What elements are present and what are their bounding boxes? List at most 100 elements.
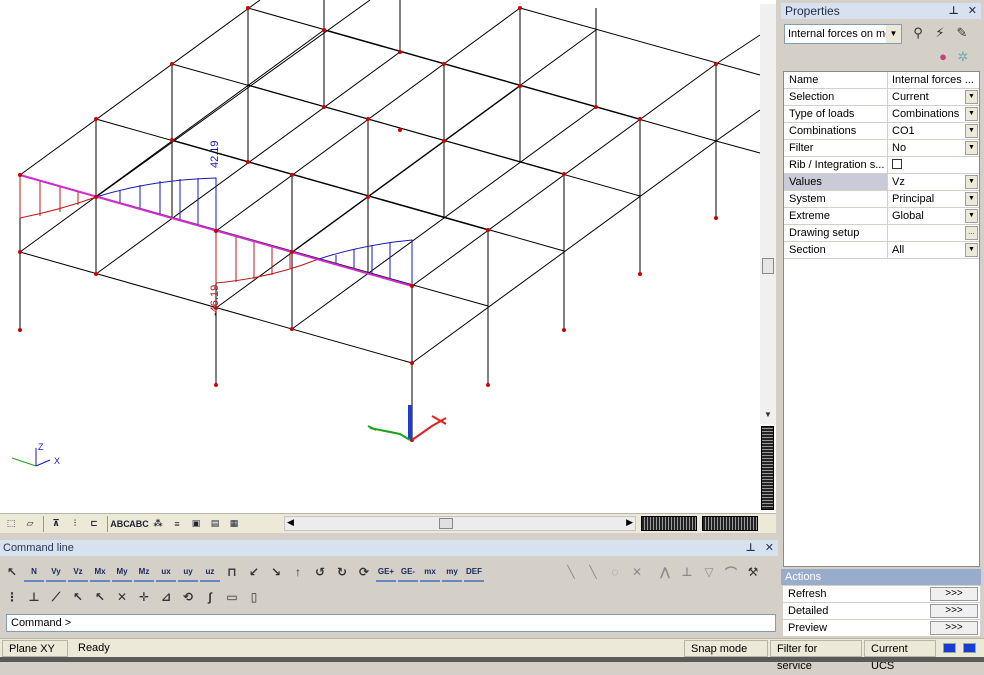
label-abc-icon[interactable]: ABC (110, 515, 130, 532)
scroll-down-icon[interactable]: ▼ (764, 410, 772, 419)
refresh-button[interactable]: >>> (930, 587, 978, 601)
snap-settings-icon[interactable]: ⚒ (743, 562, 763, 582)
close-icon[interactable]: ✕ (968, 5, 977, 17)
preview-button[interactable]: >>> (930, 621, 978, 635)
status-indicator-icon[interactable] (943, 643, 956, 653)
chevron-down-icon[interactable]: ▼ (965, 90, 978, 104)
select-filter-icon[interactable]: ⚲ (907, 25, 929, 43)
prop-row-type-of-loads[interactable]: Type of loads Combinations ▼ (784, 106, 979, 123)
rotate-ccw-icon[interactable]: ↺ (310, 562, 330, 582)
chevron-down-icon[interactable]: ▼ (965, 141, 978, 155)
grid-icon[interactable]: ▦ (225, 515, 243, 532)
close-icon[interactable]: ✕ (765, 542, 774, 554)
ellipsis-icon[interactable]: … (965, 226, 978, 240)
scroll-thumb[interactable] (762, 258, 774, 274)
rotate-icon[interactable]: ↙ (244, 562, 264, 582)
horizontal-splitter-grip-2[interactable] (702, 516, 758, 531)
prop-row-values[interactable]: Values Vz ▼ (784, 174, 979, 191)
table-icon[interactable]: ≡ (168, 515, 186, 532)
deformation-icon[interactable]: ⊓ (222, 562, 242, 582)
paint-icon[interactable]: ✲ (953, 49, 973, 67)
prop-row-name[interactable]: Name Internal forces ... (784, 72, 979, 89)
filter-icon[interactable]: ⚡ (929, 25, 951, 43)
prop-row-system[interactable]: System Principal ▼ (784, 191, 979, 208)
prop-row-drawing-setup[interactable]: Drawing setup … (784, 225, 979, 242)
status-indicator-2-icon[interactable] (963, 643, 976, 653)
prop-row-section[interactable]: Section All ▼ (784, 242, 979, 259)
snap-cross-icon[interactable]: ✕ (627, 562, 647, 582)
snap-angle-icon[interactable]: ⋀ (655, 562, 675, 582)
displacement-uz-button[interactable]: uz (200, 562, 220, 582)
chevron-down-icon[interactable]: ▼ (965, 107, 978, 121)
prop-row-selection[interactable]: Selection Current ▼ (784, 89, 979, 106)
moment-my-button[interactable]: My (112, 562, 132, 582)
select-stack-icon[interactable]: ▯ (244, 587, 264, 607)
arrow-icon[interactable]: ↘ (266, 562, 286, 582)
label-abc-alt-icon[interactable]: ABC (129, 515, 149, 532)
scroll-right-icon[interactable]: ▶ (626, 517, 633, 528)
select-dim-icon[interactable]: ⊿ (156, 587, 176, 607)
force-vz-button[interactable]: Vz (68, 562, 88, 582)
command-input[interactable]: Command > (6, 614, 776, 632)
my-button[interactable]: my (442, 562, 462, 582)
color-palette-icon[interactable]: ● (933, 49, 953, 67)
chevron-down-icon[interactable]: ▼ (965, 243, 978, 257)
moment-mz-button[interactable]: Mz (134, 562, 154, 582)
section-icon[interactable]: ⊏ (85, 515, 103, 532)
render-icon[interactable]: ▱ (21, 515, 39, 532)
select-rotate-icon[interactable]: ⟲ (178, 587, 198, 607)
snap-mid-icon[interactable]: ╲ (583, 562, 603, 582)
prop-row-combinations[interactable]: Combinations CO1 ▼ (784, 123, 979, 140)
snap-tangent-icon[interactable]: ⌒ (721, 562, 741, 582)
select-cross-icon[interactable]: ✕ (112, 587, 132, 607)
select-line-icon[interactable]: ⟋ (46, 587, 66, 607)
force-vy-button[interactable]: Vy (46, 562, 66, 582)
force-n-button[interactable]: N (24, 562, 44, 582)
vertical-splitter-grip[interactable] (761, 426, 774, 510)
displacement-ux-button[interactable]: ux (156, 562, 176, 582)
pencil-icon[interactable]: ✎ (951, 25, 973, 43)
mx-button[interactable]: mx (420, 562, 440, 582)
viewport-horizontal-scrollbar[interactable]: ◀ ▶ (284, 516, 636, 531)
select-arrow-icon[interactable]: ↖ (68, 587, 88, 607)
up-arrow-icon[interactable]: ↑ (288, 562, 308, 582)
ge-minus-button[interactable]: GE- (398, 562, 418, 582)
status-plane[interactable]: Plane XY (2, 640, 68, 657)
ortho-icon[interactable]: ⊥ (24, 587, 44, 607)
chevron-down-icon[interactable]: ▼ (965, 124, 978, 138)
snap-perp-icon[interactable]: ⊥ (677, 562, 697, 582)
h-scroll-thumb[interactable] (439, 518, 453, 529)
status-snap-mode[interactable]: Snap mode (684, 640, 768, 657)
ge-plus-button[interactable]: GE+ (376, 562, 396, 582)
displacement-uy-button[interactable]: uy (178, 562, 198, 582)
viewport-vertical-scrollbar[interactable]: ▼ (760, 4, 776, 424)
chevron-down-icon[interactable]: ▼ (965, 192, 978, 206)
prop-row-extreme[interactable]: Extreme Global ▼ (784, 208, 979, 225)
def-button[interactable]: DEF (464, 562, 484, 582)
layer-alt-icon[interactable]: ▤ (206, 515, 224, 532)
prop-row-filter[interactable]: Filter No ▼ (784, 140, 979, 157)
select-curve-icon[interactable]: ∫ (200, 587, 220, 607)
chevron-down-icon[interactable]: ▼ (886, 25, 901, 43)
diagram-icon[interactable]: ⫶ (66, 515, 84, 532)
mesh-icon[interactable]: ⁂ (149, 515, 167, 532)
pin-icon[interactable]: ⊥ (949, 5, 959, 17)
rotate-cw-icon[interactable]: ↻ (332, 562, 352, 582)
moment-mx-button[interactable]: Mx (90, 562, 110, 582)
select-box-icon[interactable]: ▭ (222, 587, 242, 607)
detailed-button[interactable]: >>> (930, 604, 978, 618)
snap-tri-icon[interactable]: ▽ (699, 562, 719, 582)
grid-snap-icon[interactable]: ⋮ (2, 587, 22, 607)
layer-icon[interactable]: ▣ (187, 515, 205, 532)
prop-row-rib-integration[interactable]: Rib / Integration s... (784, 157, 979, 174)
select-node-icon[interactable]: ✛ (134, 587, 154, 607)
pin-icon[interactable]: ⊥ (746, 542, 756, 554)
pointer-icon[interactable]: ↖ (2, 562, 22, 582)
wireframe-icon[interactable]: ⬚ (2, 515, 20, 532)
chevron-down-icon[interactable]: ▼ (965, 209, 978, 223)
load-icon[interactable]: ⊼ (47, 515, 65, 532)
spin-icon[interactable]: ⟳ (354, 562, 374, 582)
snap-arc-icon[interactable]: ◌ (605, 562, 625, 582)
select-arrow-alt-icon[interactable]: ↖ (90, 587, 110, 607)
properties-object-select[interactable]: Internal forces on me ▼ (784, 24, 902, 44)
